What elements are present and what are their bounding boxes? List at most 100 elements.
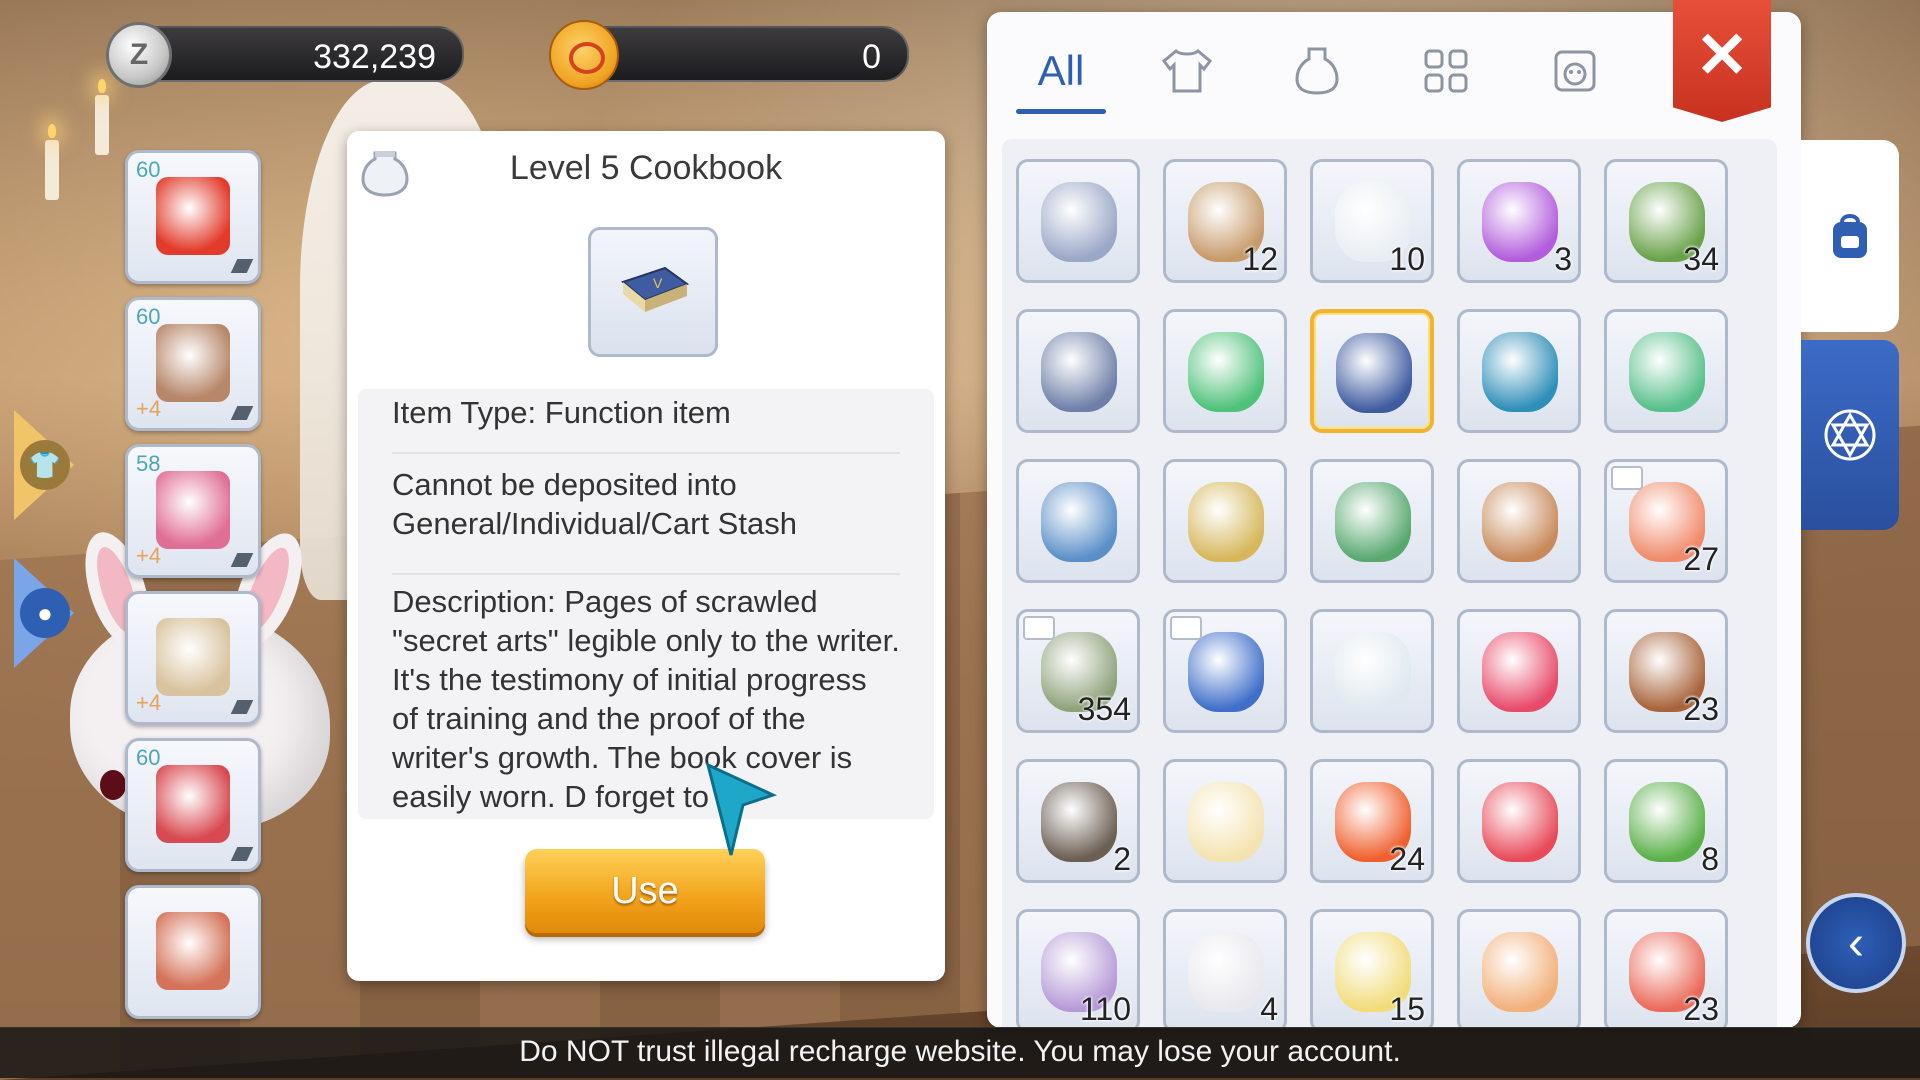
item-preview: V	[588, 227, 718, 357]
cookbook-icon: V	[620, 266, 690, 312]
inventory-slot-shell[interactable]: 27	[1604, 459, 1728, 583]
side-tab-skills[interactable]	[1801, 340, 1899, 530]
inventory-slot-cookbook[interactable]	[1310, 309, 1434, 433]
inventory-slot-red-potion-flask[interactable]	[1457, 609, 1581, 733]
equipment-slot-crown[interactable]: 60	[125, 150, 261, 284]
inventory-slot-orange-potion[interactable]	[1457, 909, 1581, 1028]
deposit-note: Cannot be deposited into General/Individ…	[392, 467, 797, 541]
inventory-slot-apple-juice[interactable]: 24	[1310, 759, 1434, 883]
inventory-slot-gem[interactable]	[1163, 759, 1287, 883]
cat-coin-icon	[549, 20, 619, 90]
close-button[interactable]: ✕	[1673, 0, 1771, 122]
back-button[interactable]: ‹	[1806, 893, 1906, 993]
candy-icon	[1482, 782, 1558, 862]
leather-bag-icon	[1482, 482, 1558, 562]
side-tab-backpack[interactable]	[1801, 140, 1899, 332]
inventory-slot-fly-wing[interactable]: 10	[1310, 159, 1434, 283]
red-potion-flask-icon	[1482, 632, 1558, 712]
tab-all[interactable]: All	[1011, 36, 1111, 114]
tab-consumables[interactable]	[1267, 36, 1367, 106]
inventory-slot-open-book[interactable]	[1016, 459, 1140, 583]
item-quantity: 27	[1683, 541, 1719, 577]
item-quantity: 110	[1079, 991, 1131, 1027]
slot-marker	[230, 700, 254, 714]
equipment-slot-cape[interactable]: 58 +4	[125, 444, 261, 578]
tab-cards[interactable]	[1396, 36, 1496, 106]
item-quantity: 10	[1389, 241, 1425, 277]
candle	[45, 124, 59, 200]
boots-icon	[156, 618, 230, 696]
item-quantity: 34	[1683, 241, 1719, 277]
inventory-slot-card-album[interactable]	[1604, 309, 1728, 433]
character-toggle-arrow[interactable]: ●	[14, 558, 84, 668]
inventory-slot-candy[interactable]	[1457, 759, 1581, 883]
tab-equipment[interactable]	[1137, 36, 1237, 106]
inventory-slot-shield-emblem[interactable]	[1163, 609, 1287, 733]
shield-emblem-icon	[1188, 632, 1264, 712]
equipment-slot-boots[interactable]: +4	[125, 591, 261, 725]
inventory-slot-butterfly-wing[interactable]: 12	[1163, 159, 1287, 283]
tab-pets[interactable]	[1525, 36, 1625, 106]
chest-icon	[1041, 182, 1117, 262]
inventory-slot-magnifier[interactable]	[1457, 309, 1581, 433]
inventory-slot-green-bottle[interactable]: 8	[1604, 759, 1728, 883]
cape-icon	[156, 471, 230, 549]
inventory-slot-purple-butterfly[interactable]: 3	[1457, 159, 1581, 283]
person-icon: ●	[20, 588, 70, 638]
accessory-icon	[156, 765, 230, 843]
inventory-slot-leaf[interactable]: 34	[1604, 159, 1728, 283]
shirt-icon	[1161, 48, 1213, 93]
inventory-grid: 12 10 3 34 27 354 23 2 24 8 110 4 15 23	[1002, 139, 1777, 1028]
item-type: Item Type: Function item	[392, 395, 731, 430]
inventory-slot-chest[interactable]	[1016, 159, 1140, 283]
secondary-currency-bar: 0	[549, 20, 909, 90]
item-quantity: 8	[1701, 841, 1719, 877]
crown-icon	[156, 177, 230, 255]
sword-token-icon	[1041, 332, 1117, 412]
inventory-slot-cake-slice[interactable]: 2	[1016, 759, 1140, 883]
item-quantity: 4	[1260, 991, 1278, 1027]
tag-icon	[1170, 616, 1202, 640]
inventory-panel: All 12 10 3 34 27 354 23 2 24 8 110 4 15 23	[987, 12, 1801, 1028]
magnifier-icon	[1482, 332, 1558, 412]
inventory-slot-purple-potion[interactable]: 110	[1016, 909, 1140, 1028]
zeny-bar: Z 332,239	[106, 22, 464, 88]
zeny-value: 332,239	[313, 38, 436, 76]
inventory-slot-leather-bag[interactable]	[1457, 459, 1581, 583]
equipment-slot-accessory[interactable]: 60	[125, 738, 261, 872]
inventory-slot-sandwich[interactable]: 354	[1016, 609, 1140, 733]
slot-marker	[230, 259, 254, 273]
inventory-slot-meat-dish[interactable]: 23	[1604, 609, 1728, 733]
inventory-slot-sword-token[interactable]	[1016, 309, 1140, 433]
inventory-slot-green-backpack[interactable]	[1163, 309, 1287, 433]
equipment-slot-armor[interactable]: 60 +4	[125, 297, 261, 431]
inventory-slot-white-wings[interactable]	[1310, 609, 1434, 733]
green-backpack-icon	[1188, 332, 1264, 412]
equipment-toggle-arrow[interactable]: 👕	[14, 410, 84, 520]
shirt-icon: 👕	[20, 440, 70, 490]
svg-text:V: V	[653, 275, 663, 291]
item-info-box: Item Type: Function item Cannot be depos…	[358, 389, 934, 819]
item-quantity: 15	[1389, 991, 1425, 1027]
refine-level: +4	[136, 543, 162, 568]
item-quantity: 354	[1077, 691, 1131, 727]
open-book-icon	[1041, 482, 1117, 562]
slot-marker	[230, 553, 254, 567]
equipment-level: 58	[136, 451, 161, 476]
equipment-slot-ring[interactable]	[125, 885, 261, 1019]
inventory-slot-yellow-potion[interactable]: 15	[1310, 909, 1434, 1028]
item-quantity: 3	[1554, 241, 1572, 277]
inventory-slot-white-potion[interactable]: 4	[1163, 909, 1287, 1028]
golden-statue-icon	[1188, 482, 1264, 562]
item-quantity: 2	[1113, 841, 1131, 877]
potion-icon	[1295, 47, 1339, 95]
item-quantity: 12	[1242, 241, 1278, 277]
purple-butterfly-icon	[1482, 182, 1558, 262]
inventory-slot-golden-statue[interactable]	[1163, 459, 1287, 583]
inventory-slot-red-potion[interactable]: 23	[1604, 909, 1728, 1028]
inventory-slot-mystery-box[interactable]	[1310, 459, 1434, 583]
item-detail-panel: Level 5 Cookbook V Item Type: Function i…	[347, 131, 945, 981]
green-bottle-icon	[1629, 782, 1705, 862]
equipment-level: 60	[136, 304, 161, 329]
equipment-level: 60	[136, 745, 161, 770]
